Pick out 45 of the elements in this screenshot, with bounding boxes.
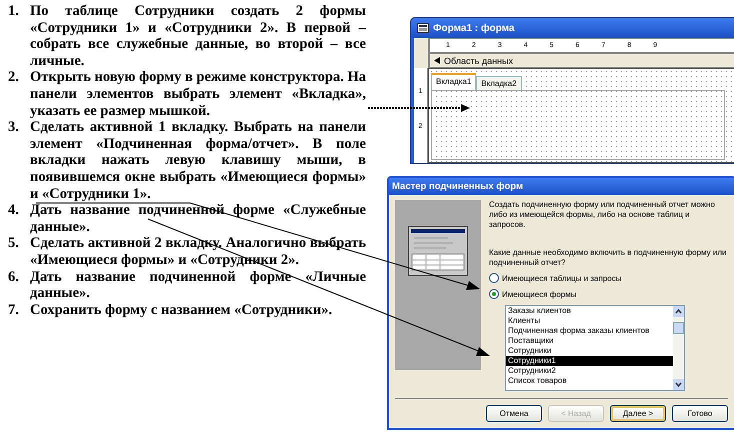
item-number: 7. [8, 302, 20, 318]
dialog-button[interactable]: Отмена [486, 405, 542, 422]
instruction-text: Сохранить форму с названием «Сотрудники». [30, 302, 334, 318]
subform-preview-drawing [408, 226, 468, 276]
radio-option[interactable]: Имеющиеся таблицы и запросы [489, 273, 728, 283]
radio-button[interactable] [489, 273, 499, 283]
dialog-button[interactable]: Далее > [610, 405, 666, 422]
section-header: Область данных [429, 53, 734, 68]
tab[interactable]: Вкладка2 [476, 76, 522, 90]
form-icon [417, 23, 429, 33]
instruction-text: Открыть новую форму в режиме конструктора. На панели элементов выбрать элемент «Вкладка», указать ее размер мышкой. [30, 69, 366, 120]
list-item[interactable]: Заказы клиентов [506, 306, 673, 316]
dialog-button[interactable]: Готово [672, 405, 728, 422]
forms-list[interactable]: Заказы клиентов Клиенты Подчиненная форма заказы клиентов Поставщики Сотрудники Сотрудники1 Сотрудники2 Список товаров [505, 305, 685, 391]
scroll-up-icon[interactable] [673, 306, 684, 317]
list-item[interactable]: Сотрудники2 [506, 366, 673, 376]
window-title: Форма1 : форма [433, 22, 514, 34]
list-item[interactable]: Поставщики [506, 336, 673, 346]
intro-text: Создать подчиненную форму или подчиненный отчет можно либо из имеющейся формы, либо на основе таблиц и запросов. [489, 200, 716, 230]
question-text: Какие данные необходимо включить в подчиненную форму или подчиненный отчет? [489, 248, 728, 268]
list-item[interactable]: Подчиненная форма заказы клиентов [506, 326, 673, 336]
scrollbar[interactable] [673, 306, 684, 390]
item-number: 4. [8, 202, 20, 220]
list-item[interactable]: Список товаров [506, 376, 673, 386]
scroll-thumb[interactable] [673, 322, 684, 334]
scroll-down-icon[interactable] [673, 379, 684, 390]
item-number: 1. [8, 3, 20, 21]
item-number: 2. [8, 69, 20, 88]
tab[interactable]: Вкладка1 [431, 73, 476, 90]
radio-button[interactable] [489, 289, 499, 299]
item-number: 5. [8, 235, 20, 254]
item-number: 6. [8, 268, 20, 286]
list-item[interactable]: Сотрудники [506, 346, 673, 356]
dialog-title: Мастер подчиненных форм [392, 181, 524, 192]
instruction-text: Сделать активной 1 вкладку. Выбрать на панели элемент «Подчиненная форма/отчет». В поле вкладки нажать левую клавишу мыши, в появившемся окне выбрать «Имеющиеся формы» и «Сотрудники 1». [30, 119, 366, 202]
instruction-text: По таблице Сотрудники создать 2 формы «Сотрудники 1» и «Сотрудники 2». В первой – собрать все служебные данные, во второй – все личные. [30, 3, 366, 70]
radio-label: Имеющиеся формы [502, 290, 576, 298]
instruction-text: Дать название подчиненной форме «Служебные данные». [30, 202, 366, 236]
instruction-text: Дать название подчиненной форме «Личные данные». [30, 268, 366, 302]
radio-label: Имеющиеся таблицы и запросы [502, 274, 622, 282]
list-item[interactable]: Клиенты [506, 316, 673, 326]
item-number: 3. [8, 119, 20, 138]
section-arrow-icon [434, 57, 441, 64]
radio-option[interactable]: Имеющиеся формы [489, 289, 728, 299]
list-item[interactable]: Сотрудники1 [506, 356, 673, 366]
